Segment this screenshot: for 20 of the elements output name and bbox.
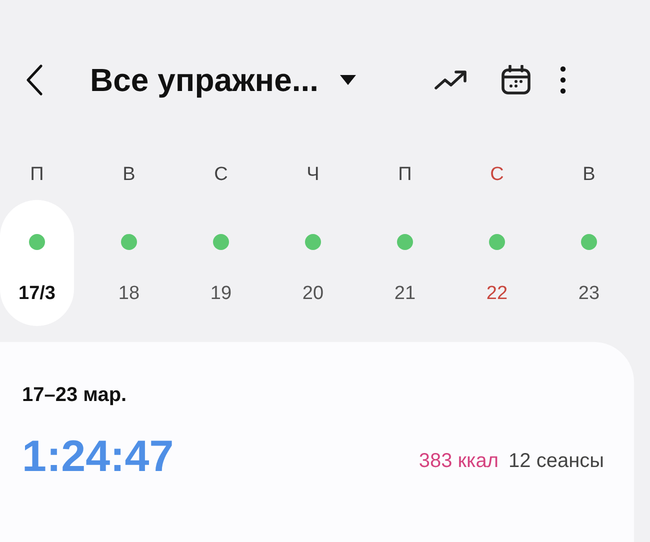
weekday-label: П — [30, 163, 44, 187]
day-button[interactable]: 19 — [184, 200, 258, 326]
weekday-label: В — [582, 163, 596, 187]
date-range: 17–23 мар. — [22, 383, 127, 408]
weekday-label: С — [214, 163, 228, 187]
weekday-label: В — [122, 163, 136, 187]
dropdown-icon[interactable] — [338, 74, 357, 86]
day-button[interactable]: 20 — [276, 200, 350, 326]
total-duration: 1:24:47 — [22, 432, 174, 482]
weekday-label: Ч — [306, 163, 320, 187]
weekday-label: С — [490, 163, 504, 187]
day-button[interactable]: 23 — [552, 200, 626, 326]
day-button[interactable]: 21 — [368, 200, 442, 326]
day-button[interactable]: 17/3 — [0, 200, 74, 326]
calories-text: 383 ккал — [418, 449, 499, 474]
sessions-text: 12 сеансы — [508, 449, 604, 474]
screen-title: Все упражне... — [90, 61, 319, 100]
day-button[interactable]: 18 — [92, 200, 166, 326]
weekday-label: П — [398, 163, 412, 187]
day-button[interactable]: 22 — [460, 200, 534, 326]
